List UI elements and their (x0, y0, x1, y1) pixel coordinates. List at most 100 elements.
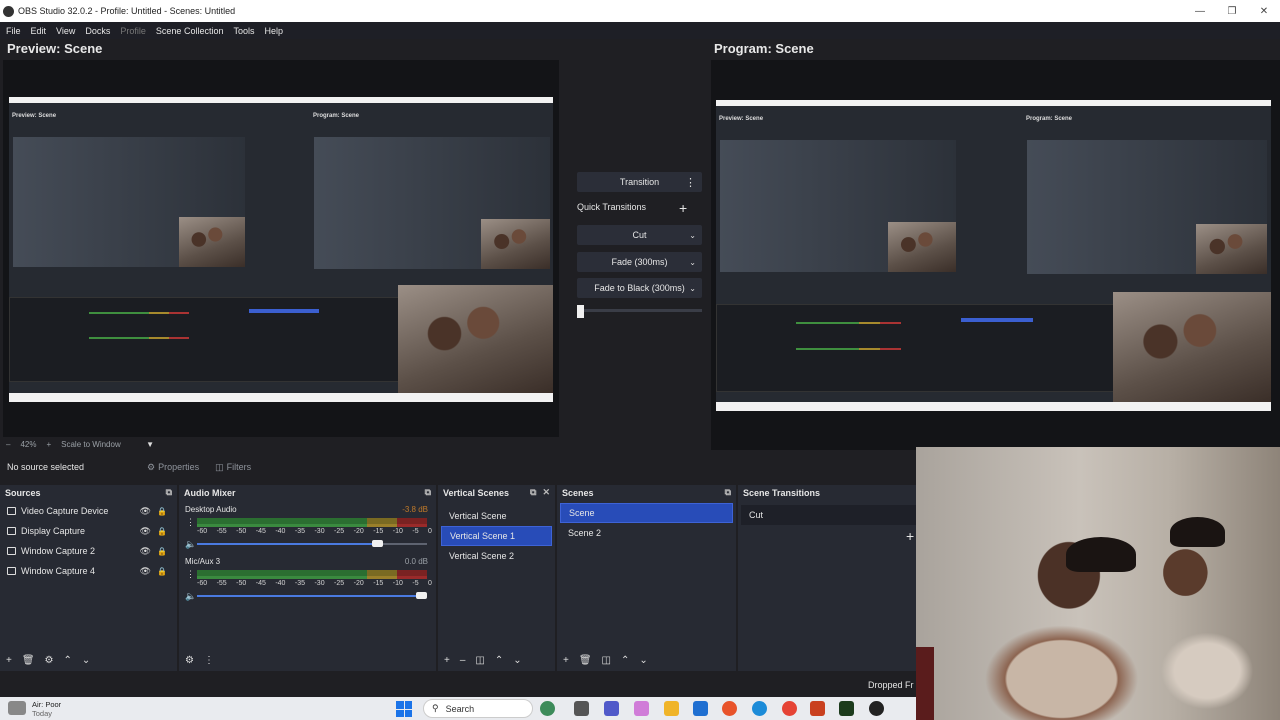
taskbar-search[interactable]: ⚲ Search (423, 699, 533, 718)
preview-canvas[interactable]: Preview: Scene Program: Scene (3, 60, 559, 437)
chevron-down-icon[interactable]: ⌄ (639, 655, 647, 666)
more-vertical-icon[interactable]: ⋮ (186, 569, 195, 580)
undock-icon[interactable]: ⧉ (530, 487, 536, 498)
chevron-down-icon[interactable]: ⌄ (82, 655, 90, 666)
chevron-down-icon[interactable]: ⌄ (689, 231, 696, 240)
menu-scene-collection[interactable]: Scene Collection (156, 26, 224, 36)
scene-item[interactable]: Scene (560, 503, 733, 523)
vertical-scene-item[interactable]: Vertical Scene (441, 506, 552, 526)
more-vertical-icon[interactable]: ⋮ (204, 655, 214, 666)
close-icon[interactable]: ✕ (1248, 0, 1280, 22)
filter-icon[interactable]: ◫ (475, 655, 484, 666)
menu-file[interactable]: File (6, 26, 21, 36)
copilot-icon[interactable] (634, 701, 649, 716)
chevron-down-icon[interactable]: ⌄ (689, 284, 696, 293)
quick-transition-fade[interactable]: Fade (300ms) ⌄ (577, 252, 702, 272)
firefox-icon[interactable] (722, 701, 737, 716)
edge-icon[interactable] (752, 701, 767, 716)
add-icon[interactable]: + (6, 655, 12, 666)
maximize-icon[interactable]: ❐ (1216, 0, 1248, 22)
chrome-icon[interactable] (782, 701, 797, 716)
undock-icon[interactable]: ⧉ (166, 487, 172, 498)
file-explorer-icon[interactable] (664, 701, 679, 716)
chevron-down-icon[interactable]: ▼ (146, 440, 154, 449)
undock-icon[interactable]: ⧉ (425, 487, 431, 498)
more-vertical-icon[interactable]: ⋮ (685, 176, 696, 189)
vertical-scene-item[interactable]: Vertical Scene 2 (441, 546, 552, 566)
weather-widget[interactable]: Air: Poor Today (8, 700, 61, 718)
vertical-scenes-footer: + – ◫ ⌃ ⌄ (438, 649, 555, 671)
program-canvas[interactable]: Preview: Scene Program: Scene (711, 60, 1280, 450)
filter-icon[interactable]: ◫ (602, 655, 611, 666)
menu-profile[interactable]: Profile (120, 26, 146, 36)
vertical-scene-item[interactable]: Vertical Scene 1 (441, 526, 552, 546)
gear-icon[interactable]: ⚙ (185, 655, 194, 666)
speaker-icon[interactable]: 🔈 (185, 539, 196, 550)
add-icon[interactable]: + (563, 655, 569, 666)
audio-mixer-title: Audio Mixer (184, 488, 236, 498)
speaker-icon[interactable]: 🔈 (185, 591, 196, 602)
chevron-down-icon[interactable]: ⌄ (513, 655, 521, 666)
chevron-up-icon[interactable]: ⌃ (495, 655, 503, 666)
menu-edit[interactable]: Edit (31, 26, 47, 36)
windows-start-icon[interactable] (396, 701, 412, 717)
volume-slider[interactable] (197, 540, 427, 547)
scene-item[interactable]: Scene 2 (560, 523, 733, 543)
terminal-icon[interactable] (839, 701, 854, 716)
chevron-down-icon[interactable]: ⌄ (689, 258, 696, 267)
chevron-up-icon[interactable]: ⌃ (621, 655, 629, 666)
volume-knob[interactable] (416, 592, 427, 599)
zoom-out-icon[interactable]: – (6, 440, 10, 449)
volume-slider[interactable] (197, 592, 427, 599)
store-icon[interactable] (693, 701, 708, 716)
quick-transition-cut[interactable]: Cut ⌄ (577, 225, 702, 245)
scale-mode-select[interactable]: Scale to Window (61, 440, 136, 449)
scale-tick: -30 (314, 528, 325, 535)
eye-icon[interactable]: 👁 (140, 546, 151, 557)
chevron-up-icon[interactable]: ⌃ (64, 655, 72, 666)
trash-icon[interactable]: 🗑 (22, 655, 35, 666)
source-item[interactable]: Window Capture 4 👁 🔒 (0, 561, 177, 581)
eye-icon[interactable]: 👁 (140, 506, 151, 517)
source-item[interactable]: Display Capture 👁 🔒 (0, 521, 177, 541)
windows-taskbar: Air: Poor Today ⚲ Search (0, 697, 916, 720)
quick-transition-fade-to-black[interactable]: Fade to Black (300ms) ⌄ (577, 278, 702, 298)
menu-help[interactable]: Help (264, 26, 283, 36)
trash-icon[interactable]: 🗑 (579, 655, 592, 666)
office-app-icon[interactable] (810, 701, 825, 716)
add-quick-transition-icon[interactable]: + (679, 201, 687, 215)
tbar-handle[interactable] (577, 305, 584, 318)
camera-icon (7, 507, 16, 515)
volume-knob[interactable] (372, 540, 384, 547)
eye-icon[interactable]: 👁 (140, 526, 151, 537)
task-view-icon[interactable] (574, 701, 589, 716)
obs-taskbar-icon[interactable] (869, 701, 884, 716)
source-item[interactable]: Video Capture Device 👁 🔒 (0, 501, 177, 521)
remove-icon[interactable]: – (460, 655, 466, 666)
menu-tools[interactable]: Tools (233, 26, 254, 36)
webcam-person-2 (1170, 517, 1225, 547)
menu-docks[interactable]: Docks (85, 26, 110, 36)
more-vertical-icon[interactable]: ⋮ (186, 517, 195, 528)
undock-icon[interactable]: ⧉ (725, 487, 731, 498)
add-transition-icon[interactable]: + (906, 529, 914, 543)
eye-icon[interactable]: 👁 (140, 566, 151, 577)
lock-icon[interactable]: 🔒 (157, 507, 167, 516)
add-icon[interactable]: + (444, 655, 450, 666)
lock-icon[interactable]: 🔒 (157, 527, 167, 536)
lock-icon[interactable]: 🔒 (157, 547, 167, 556)
transition-button[interactable]: Transition ⋮ (577, 172, 702, 192)
minimize-icon[interactable]: — (1184, 0, 1216, 22)
menu-view[interactable]: View (56, 26, 75, 36)
filters-button[interactable]: ◫ Filters (215, 462, 251, 473)
gear-icon[interactable]: ⚙ (45, 655, 54, 666)
source-item[interactable]: Window Capture 2 👁 🔒 (0, 541, 177, 561)
properties-button[interactable]: ⚙ Properties (147, 462, 199, 473)
zoom-in-icon[interactable]: + (46, 440, 51, 449)
transition-select[interactable]: Cut (741, 505, 916, 525)
tbar-slider[interactable] (577, 305, 702, 318)
globe-app-icon[interactable] (540, 701, 555, 716)
lock-icon[interactable]: 🔒 (157, 567, 167, 576)
teams-icon[interactable] (604, 701, 619, 716)
close-icon[interactable]: ✕ (542, 487, 550, 498)
